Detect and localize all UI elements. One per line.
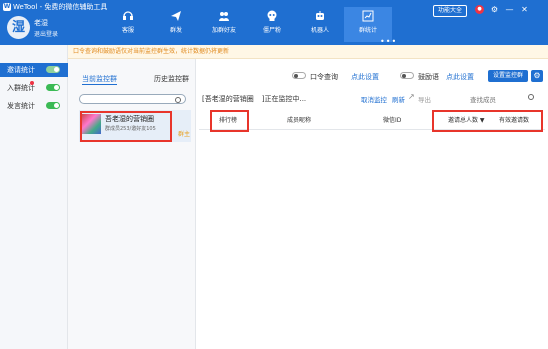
- nav-item-robot[interactable]: 机器人: [296, 10, 344, 42]
- set-monitor-group-button[interactable]: 设置监控群: [488, 70, 528, 82]
- search-icon[interactable]: [528, 94, 534, 100]
- refresh-link[interactable]: 刷新: [392, 94, 405, 104]
- nav-item-mass-send[interactable]: 群发: [152, 10, 200, 42]
- nav-label: 群统计: [358, 27, 377, 34]
- find-member-input[interactable]: 查找成员: [470, 94, 496, 104]
- nav-item-add-friends[interactable]: 加群好友: [200, 10, 248, 42]
- sidebar-item-invite-stats[interactable]: 邀请统计: [0, 63, 68, 77]
- sidebar-item-label: 发言统计: [7, 102, 35, 110]
- feature-list-button[interactable]: 功能大全: [433, 5, 467, 17]
- monitor-status-text: ]正在监控中...: [261, 95, 307, 103]
- encourage-settings-link[interactable]: 点此设置: [446, 72, 474, 82]
- nav-label: 客服: [121, 27, 134, 34]
- nav-label: 机器人: [310, 27, 329, 34]
- group-search-input[interactable]: [79, 94, 186, 104]
- app-title-text: WeTool - 免费的微信辅助工具: [13, 3, 108, 11]
- group-list-panel: 当前监控群 历史监控群 吾老湿的营销圈 群成员253/邀好友105: [68, 59, 196, 349]
- nav-item-zombie-fans[interactable]: 僵尸粉: [248, 10, 296, 42]
- user-name: 老湿: [34, 19, 48, 27]
- column-nickname[interactable]: 成员昵称: [287, 115, 311, 124]
- nav-label: 群发: [169, 27, 182, 34]
- top-bar: W WeTool - 免费的微信辅助工具 湿 老湿 退出登录 客服 群发 加群好…: [0, 0, 548, 46]
- toggle-switch[interactable]: [46, 66, 60, 73]
- main-nav: 客服 群发 加群好友 僵尸粉 机器人 群统计: [104, 7, 392, 42]
- monitor-group-name: [吾老湿的营销圈: [202, 95, 254, 103]
- export-icon[interactable]: ↗: [408, 92, 415, 101]
- sidebar-item-label: 入群统计: [7, 84, 35, 92]
- headset-icon: [123, 11, 133, 20]
- nav-item-customer-service[interactable]: 客服: [104, 10, 152, 42]
- skull-icon: [267, 10, 277, 21]
- command-query-toggle[interactable]: [292, 72, 306, 79]
- sidebar: 邀请统计 入群统计 发言统计: [0, 45, 68, 349]
- export-button[interactable]: 导出: [418, 94, 431, 104]
- logout-link[interactable]: 退出登录: [34, 29, 58, 38]
- robot-icon: [316, 11, 324, 20]
- highlight-box: [80, 111, 172, 142]
- toggle-switch[interactable]: [46, 84, 60, 91]
- avatar[interactable]: 湿: [7, 16, 30, 39]
- encourage-label: 鼓励语: [418, 73, 439, 81]
- notification-icon[interactable]: ●: [475, 5, 484, 14]
- gear-icon[interactable]: ⚙: [531, 70, 543, 82]
- new-badge: [30, 81, 34, 85]
- sidebar-item-join-stats[interactable]: 入群统计: [0, 81, 68, 95]
- users-icon: [219, 12, 229, 21]
- settings-icon[interactable]: ⚙: [490, 5, 499, 14]
- active-indicator-dots: •••: [380, 37, 398, 46]
- app-title: W WeTool - 免费的微信辅助工具: [3, 2, 107, 12]
- command-query-label: 口令查询: [310, 73, 338, 81]
- minimize-icon[interactable]: —: [505, 5, 514, 14]
- column-wechat-id[interactable]: 微信ID: [383, 115, 401, 124]
- highlight-box: [432, 110, 543, 132]
- app-logo: W: [3, 3, 11, 11]
- highlight-box: [210, 110, 249, 132]
- tab-history-groups[interactable]: 历史监控群: [154, 74, 189, 84]
- notice-bar: 口令查询和鼓励语仅对当前监控群生效，统计数据仍将更新: [68, 45, 548, 59]
- encourage-toggle[interactable]: [400, 72, 414, 79]
- toggle-switch[interactable]: [46, 102, 60, 109]
- cancel-monitor-link[interactable]: 取消监控: [361, 94, 387, 104]
- nav-label: 僵尸粉: [262, 27, 281, 34]
- chart-icon: [362, 10, 374, 22]
- sidebar-item-label: 邀请统计: [7, 66, 35, 74]
- nav-label: 加群好友: [211, 27, 236, 34]
- tab-current-groups[interactable]: 当前监控群: [82, 74, 117, 85]
- command-query-settings-link[interactable]: 点此设置: [351, 72, 379, 82]
- close-icon[interactable]: ✕: [520, 5, 529, 14]
- sidebar-item-speech-stats[interactable]: 发言统计: [0, 99, 68, 113]
- send-icon: [171, 11, 181, 21]
- window-controls: ● ⚙ — ✕: [475, 5, 529, 14]
- group-owner-label: 群主: [178, 131, 191, 138]
- monitor-status: [吾老湿的营销圈 ]正在监控中...: [202, 94, 306, 104]
